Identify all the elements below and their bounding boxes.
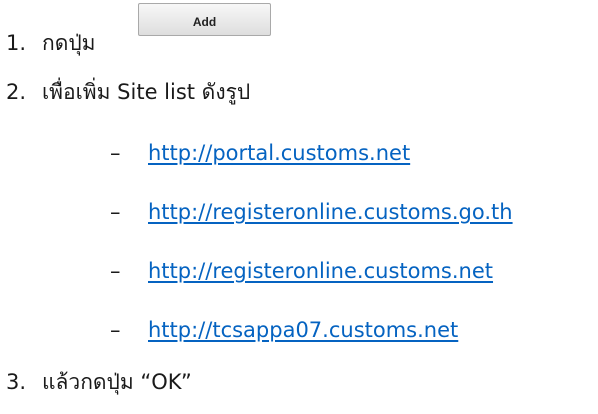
site-link-registeronline-go-th[interactable]: http://registeronline.customs.go.th: [148, 200, 513, 224]
site-list-item: – http://tcsappa07.customs.net: [110, 315, 458, 345]
bullet-dash: –: [110, 318, 121, 342]
step-2: 2. เพื่อเพิ่ม Site list ดังรูป: [6, 77, 250, 107]
step-text: เพื่อเพิ่ม Site list ดังรูป: [42, 80, 251, 104]
step-1: 1. กดปุ่ม: [6, 28, 96, 58]
site-link-tcsappa07[interactable]: http://tcsappa07.customs.net: [148, 318, 458, 342]
bullet-dash: –: [110, 259, 121, 283]
bullet-dash: –: [110, 141, 121, 165]
site-list-item: – http://registeronline.customs.go.th: [110, 197, 513, 227]
step-number: 1.: [6, 31, 27, 55]
step-text: แล้วกดปุ่ม “OK”: [42, 370, 192, 394]
site-link-portal[interactable]: http://portal.customs.net: [148, 141, 410, 165]
add-button[interactable]: Add: [138, 3, 271, 36]
step-3: 3. แล้วกดปุ่ม “OK”: [6, 367, 192, 397]
step-number: 2.: [6, 80, 27, 104]
instruction-document: 1. กดปุ่ม Add 2. เพื่อเพิ่ม Site list ดังร…: [0, 0, 598, 414]
step-number: 3.: [6, 370, 27, 394]
step-text: กดปุ่ม: [42, 31, 96, 55]
site-link-registeronline-net[interactable]: http://registeronline.customs.net: [148, 259, 493, 283]
site-list-item: – http://portal.customs.net: [110, 138, 410, 168]
bullet-dash: –: [110, 200, 121, 224]
site-list-item: – http://registeronline.customs.net: [110, 256, 493, 286]
